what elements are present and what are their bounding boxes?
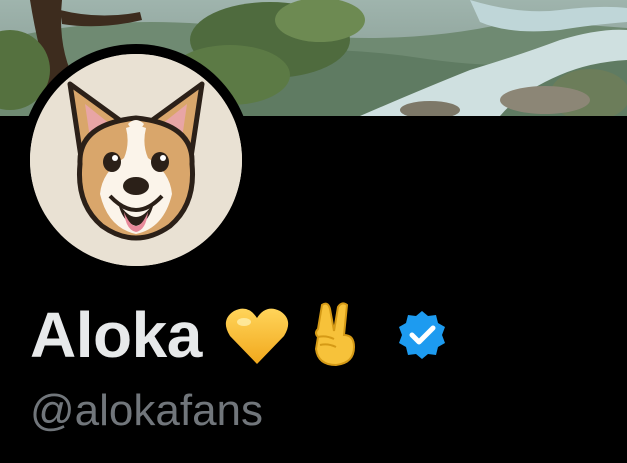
corgi-dog-icon bbox=[30, 54, 242, 266]
yellow-heart-icon bbox=[224, 306, 290, 371]
victory-hand-icon bbox=[310, 301, 360, 372]
profile-name-row: Aloka bbox=[30, 298, 448, 372]
display-name: Aloka bbox=[30, 299, 202, 371]
verified-badge-icon[interactable] bbox=[396, 309, 448, 366]
username-handle: @alokafans bbox=[30, 386, 264, 435]
avatar[interactable] bbox=[30, 54, 242, 266]
